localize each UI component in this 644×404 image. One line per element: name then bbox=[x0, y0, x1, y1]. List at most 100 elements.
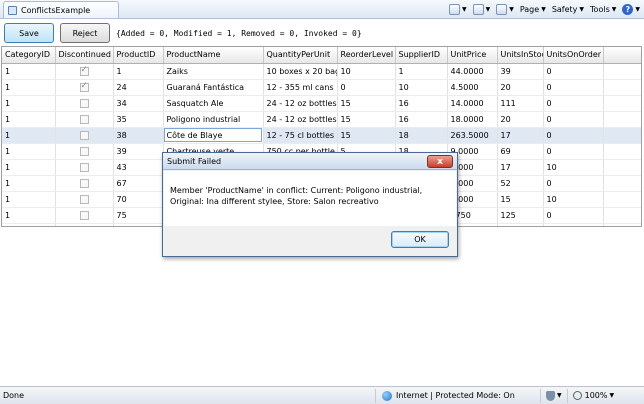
cell-order[interactable]: 0 bbox=[543, 207, 604, 224]
discontinued-cell[interactable] bbox=[55, 111, 114, 128]
discontinued-checkbox[interactable] bbox=[79, 65, 89, 76]
cell-price[interactable]: 14.0000 bbox=[447, 95, 498, 112]
column-header[interactable]: SupplierID bbox=[395, 47, 448, 64]
cell-supp[interactable]: 16 bbox=[395, 95, 448, 112]
cell-pid[interactable]: 70 bbox=[113, 191, 164, 208]
cell-cat[interactable]: 1 bbox=[2, 127, 56, 144]
table-row[interactable]: 1 38 Côte de Blaye 12 - 75 cl bottles 15 18 26… bbox=[2, 127, 641, 144]
column-header[interactable]: QuantityPerUnit bbox=[263, 47, 338, 64]
cell-order[interactable]: 10 bbox=[543, 159, 604, 176]
cell-order[interactable]: 0 bbox=[543, 111, 604, 128]
page-menu[interactable]: Page ▼ bbox=[520, 5, 546, 14]
table-row[interactable]: 124Guaraná Fantástica12 - 355 ml cans010… bbox=[2, 79, 641, 96]
cell-supp[interactable]: 18 bbox=[395, 127, 448, 144]
discontinued-checkbox[interactable] bbox=[79, 146, 89, 156]
discontinued-checkbox[interactable] bbox=[79, 98, 89, 108]
cell-name[interactable]: Côte de Blaye bbox=[163, 127, 264, 144]
discontinued-cell[interactable] bbox=[55, 207, 114, 224]
discontinued-checkbox[interactable] bbox=[80, 227, 89, 228]
cell-cat[interactable]: 1 bbox=[2, 223, 56, 226]
zoom-button[interactable]: 100% ▼ bbox=[566, 388, 620, 403]
cell-order[interactable]: 0 bbox=[543, 79, 604, 96]
ok-button[interactable]: OK bbox=[391, 231, 449, 248]
cell-order[interactable]: 0 bbox=[543, 175, 604, 192]
print-button[interactable]: ▼ bbox=[496, 4, 514, 15]
discontinued-cell[interactable] bbox=[55, 63, 114, 80]
column-header[interactable]: UnitsOnOrder bbox=[543, 47, 604, 64]
discontinued-checkbox[interactable] bbox=[79, 162, 89, 172]
cell-reorder[interactable]: 15 bbox=[337, 95, 396, 112]
cell-stock[interactable]: 15 bbox=[497, 191, 544, 208]
discontinued-cell[interactable] bbox=[55, 127, 114, 144]
cell-pid[interactable]: 38 bbox=[113, 127, 164, 144]
safety-menu[interactable]: Safety ▼ bbox=[552, 5, 584, 14]
security-zone[interactable]: Internet | Protected Mode: On bbox=[375, 388, 540, 403]
cell-qty[interactable]: 24 - 12 oz bottles bbox=[263, 95, 338, 112]
cell-cat[interactable]: 1 bbox=[2, 143, 56, 160]
cell-name[interactable]: Zaiks bbox=[163, 63, 264, 80]
cell-pid[interactable]: 35 bbox=[113, 111, 164, 128]
cell-pid[interactable]: 39 bbox=[113, 143, 164, 160]
dialog-title-bar[interactable]: Submit Failed x bbox=[163, 153, 457, 170]
cell-name[interactable]: Sasquatch Ale bbox=[163, 95, 264, 112]
table-row[interactable]: 11Zaiks10 boxes x 20 bags10144.0000390 bbox=[2, 63, 641, 80]
cell-order[interactable]: 0 bbox=[543, 143, 604, 160]
discontinued-checkbox[interactable] bbox=[79, 114, 89, 124]
cell-reorder[interactable]: 0 bbox=[337, 79, 396, 96]
cell-qty[interactable]: 24 - 12 oz bottles bbox=[263, 111, 338, 128]
column-header[interactable]: ProductName bbox=[163, 47, 264, 64]
column-header[interactable]: UnitPrice bbox=[447, 47, 498, 64]
home-button[interactable]: ▼ bbox=[448, 4, 467, 15]
cell-price[interactable]: 44.0000 bbox=[447, 63, 498, 80]
discontinued-cell[interactable] bbox=[55, 143, 114, 160]
help-menu[interactable]: ? ▼ bbox=[622, 4, 640, 15]
discontinued-cell[interactable] bbox=[55, 223, 114, 228]
cell-order[interactable]: 0 bbox=[543, 127, 604, 144]
discontinued-checkbox[interactable] bbox=[79, 130, 89, 140]
cell-cat[interactable]: 1 bbox=[2, 79, 56, 96]
cell-pid[interactable]: 75 bbox=[113, 207, 164, 224]
discontinued-checkbox[interactable] bbox=[79, 194, 89, 204]
cell-pid[interactable]: 24 bbox=[113, 79, 164, 96]
cell-supp[interactable]: 10 bbox=[395, 79, 448, 96]
cell-order[interactable]: 0 bbox=[543, 223, 604, 226]
cell-qty[interactable]: 10 boxes x 20 bags bbox=[263, 63, 338, 80]
cell-pid[interactable]: 43 bbox=[113, 159, 164, 176]
cell-name[interactable]: Poligono industrial bbox=[163, 111, 264, 128]
cell-stock[interactable]: 39 bbox=[497, 63, 544, 80]
close-icon[interactable]: x bbox=[427, 155, 453, 168]
discontinued-cell[interactable] bbox=[55, 159, 114, 176]
cell-cat[interactable]: 1 bbox=[2, 95, 56, 112]
discontinued-cell[interactable] bbox=[55, 175, 114, 192]
cell-stock[interactable]: 52 bbox=[497, 175, 544, 192]
discontinued-cell[interactable] bbox=[55, 95, 114, 112]
tools-menu[interactable]: Tools ▼ bbox=[590, 5, 616, 14]
cell-order[interactable]: 10 bbox=[543, 191, 604, 208]
cell-reorder[interactable]: 10 bbox=[337, 63, 396, 80]
discontinued-checkbox[interactable] bbox=[79, 81, 89, 92]
cell-supp[interactable]: 16 bbox=[395, 111, 448, 128]
cell-cat[interactable]: 1 bbox=[2, 207, 56, 224]
column-header[interactable]: UnitsInStock bbox=[497, 47, 544, 64]
cell-reorder[interactable]: 15 bbox=[337, 111, 396, 128]
cell-stock[interactable]: 17 bbox=[497, 159, 544, 176]
cell-price[interactable]: 18.0000 bbox=[447, 111, 498, 128]
cell-stock[interactable]: 20 bbox=[497, 79, 544, 96]
discontinued-cell[interactable] bbox=[55, 79, 114, 96]
cell-stock[interactable]: 20 bbox=[497, 111, 544, 128]
cell-price[interactable]: 4.5000 bbox=[447, 79, 498, 96]
cell-stock[interactable]: 17 bbox=[497, 127, 544, 144]
cell-stock[interactable]: 69 bbox=[497, 143, 544, 160]
column-header[interactable]: ReorderLevel bbox=[337, 47, 396, 64]
cell-order[interactable]: 0 bbox=[543, 95, 604, 112]
cell-price[interactable]: 263.5000 bbox=[447, 127, 498, 144]
protected-mode-button[interactable]: ▼ bbox=[540, 388, 567, 403]
column-header[interactable]: ProductID bbox=[113, 47, 164, 64]
cell-order[interactable]: 0 bbox=[543, 63, 604, 80]
cell-pid[interactable]: 76 bbox=[113, 223, 164, 226]
cell-cat[interactable]: 1 bbox=[2, 159, 56, 176]
discontinued-checkbox[interactable] bbox=[79, 178, 89, 188]
discontinued-cell[interactable] bbox=[55, 191, 114, 208]
cell-pid[interactable]: 34 bbox=[113, 95, 164, 112]
cell-qty[interactable]: 12 - 355 ml cans bbox=[263, 79, 338, 96]
